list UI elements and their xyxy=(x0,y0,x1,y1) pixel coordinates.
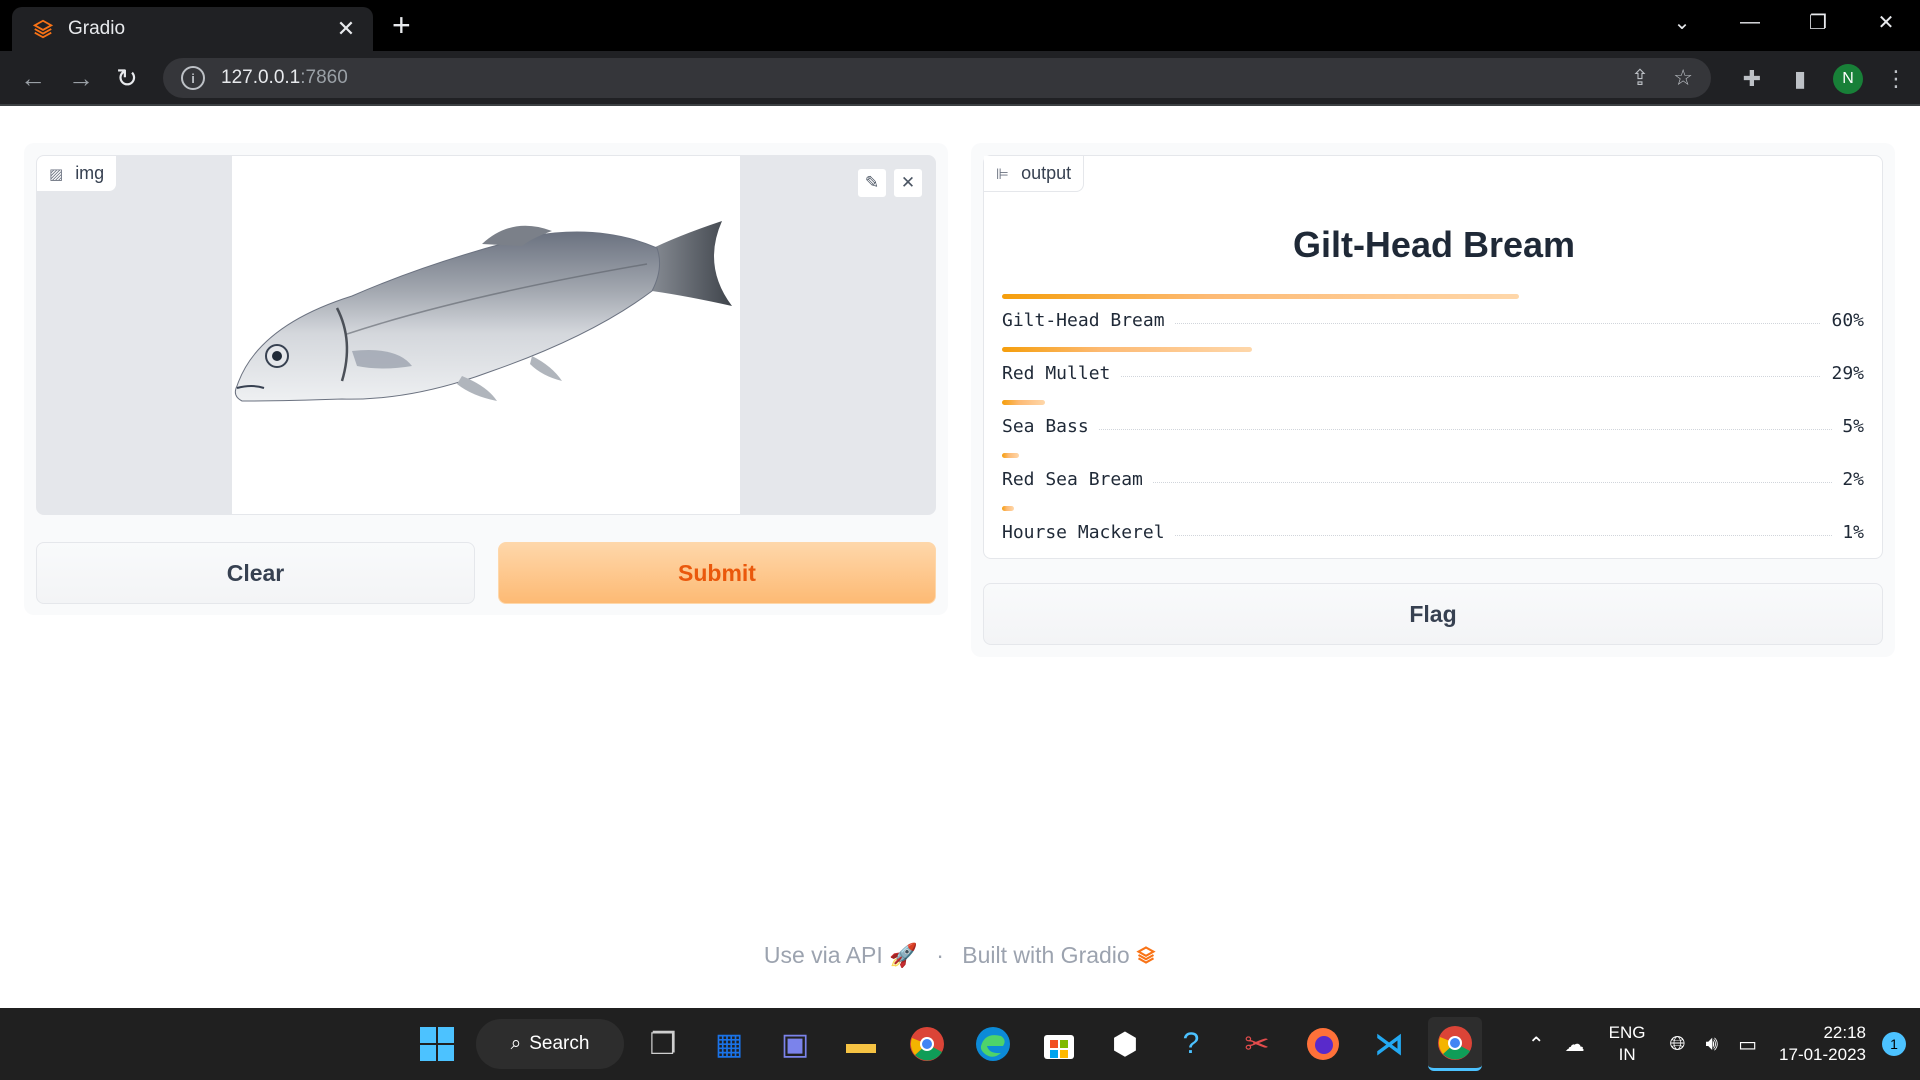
reload-icon[interactable]: ↻ xyxy=(116,63,138,93)
flag-button[interactable]: Flag xyxy=(983,583,1883,645)
confidence-label: Red Sea Bream xyxy=(1002,469,1153,490)
confidence-percent: 60% xyxy=(1821,310,1864,331)
output-label: ⊫ output xyxy=(984,156,1085,192)
footer-separator: · xyxy=(936,942,944,968)
confidence-bar xyxy=(1002,453,1019,458)
built-with-gradio-link[interactable]: Built with Gradio xyxy=(962,942,1156,968)
profile-avatar[interactable]: N xyxy=(1833,63,1863,94)
extension-area: ✚ ▮ N ⋮ xyxy=(1728,51,1920,106)
input-language[interactable]: ENG IN xyxy=(1609,1022,1646,1066)
task-view-icon[interactable]: ❐ xyxy=(636,1017,690,1071)
windows-start-icon[interactable] xyxy=(410,1017,464,1071)
confidence-label: Hourse Mackerel xyxy=(1002,522,1175,543)
snipping-tool-icon[interactable]: ✂ xyxy=(1230,1017,1284,1071)
onedrive-cloud-icon[interactable]: ☁ xyxy=(1565,1032,1585,1057)
browser-tab[interactable]: Gradio ✕ xyxy=(12,7,373,51)
clear-image-icon[interactable]: ✕ xyxy=(893,168,923,198)
extensions-puzzle-icon[interactable]: ✚ xyxy=(1728,66,1776,92)
confidence-row[interactable]: Sea Bass 5% xyxy=(1002,397,1864,450)
rocket-icon: 🚀 xyxy=(889,942,918,968)
tab-title: Gradio xyxy=(68,18,126,39)
browser-tab-bar: Gradio ✕ + ⌄ — ❐ ✕ xyxy=(0,0,1920,51)
label-chart-icon: ⊫ xyxy=(996,165,1010,183)
restore-icon[interactable]: ❐ xyxy=(1784,10,1852,35)
confidence-label: Red Mullet xyxy=(1002,363,1121,384)
confidence-bar xyxy=(1002,294,1519,299)
confidence-label: Gilt-Head Bream xyxy=(1002,310,1175,331)
confidence-row[interactable]: Gilt-Head Bream 60% xyxy=(1002,291,1864,344)
side-panel-icon[interactable]: ▮ xyxy=(1776,66,1824,92)
window-controls: ⌄ — ❐ ✕ xyxy=(1648,0,1920,44)
dotted-leader xyxy=(1002,376,1864,377)
submit-button[interactable]: Submit xyxy=(498,542,936,604)
taskbar-apps: ⌕ Search ❐ ▦ ▣ ▬ ⬢ ? ✂ ⋊ xyxy=(410,1008,1482,1080)
battery-icon[interactable]: ▭ xyxy=(1738,1032,1757,1057)
volume-icon[interactable]: 🔊︎ xyxy=(1706,1033,1719,1056)
browser-menu-icon[interactable]: ⋮ xyxy=(1872,66,1920,92)
site-info-icon[interactable]: i xyxy=(181,66,205,90)
minimize-icon[interactable]: — xyxy=(1716,11,1784,34)
url-bar[interactable]: i 127.0.0.1:7860 ⇪ ☆ xyxy=(163,58,1711,98)
clear-button[interactable]: Clear xyxy=(36,542,475,604)
confidence-row[interactable]: Hourse Mackerel 1% xyxy=(1002,503,1864,556)
teams-chat-icon[interactable]: ▣ xyxy=(768,1017,822,1071)
fish-image xyxy=(234,221,732,402)
app-icon[interactable]: ⬢ xyxy=(1098,1017,1152,1071)
confidence-label: Sea Bass xyxy=(1002,416,1099,437)
help-icon[interactable]: ? xyxy=(1164,1017,1218,1071)
confidence-percent: 1% xyxy=(1832,522,1864,543)
image-tools: ✎ ✕ xyxy=(857,168,923,198)
notification-badge[interactable]: 1 xyxy=(1882,1032,1906,1056)
confidence-percent: 29% xyxy=(1821,363,1864,384)
page-footer: Use via API 🚀 · Built with Gradio xyxy=(0,942,1920,969)
firefox-icon[interactable] xyxy=(1296,1017,1350,1071)
confidence-row[interactable]: Red Mullet 29% xyxy=(1002,344,1864,397)
use-via-api-link[interactable]: Use via API 🚀 xyxy=(764,942,918,968)
file-explorer-icon[interactable]: ▬ xyxy=(834,1017,888,1071)
windows-taskbar: ⌕ Search ❐ ▦ ▣ ▬ ⬢ ? ✂ ⋊ ⌃ ☁ ENG IN 🌐︎ 🔊… xyxy=(0,1008,1920,1080)
system-tray: ⌃ ☁ ENG IN 🌐︎ 🔊︎ ▭ 22:18 17-01-2023 1 xyxy=(1518,1008,1920,1080)
network-globe-icon[interactable]: 🌐︎ xyxy=(1670,1033,1686,1056)
confidence-bar xyxy=(1002,400,1045,405)
show-hidden-icons-icon[interactable]: ⌃ xyxy=(1528,1032,1545,1057)
confidence-percent: 5% xyxy=(1832,416,1864,437)
image-input-label: ▨ img xyxy=(37,156,118,192)
back-icon[interactable]: ← xyxy=(20,63,46,93)
predicted-label: Gilt-Head Bream xyxy=(1292,224,1576,265)
taskbar-search[interactable]: ⌕ Search xyxy=(476,1019,624,1069)
gradio-logo-icon xyxy=(32,19,54,39)
uploaded-image xyxy=(232,156,740,514)
bookmark-star-icon[interactable]: ☆ xyxy=(1673,65,1693,91)
chrome-active-icon[interactable] xyxy=(1428,1017,1482,1071)
close-window-icon[interactable]: ✕ xyxy=(1852,10,1920,35)
output-panel: ⊫ output Gilt-Head Bream Gilt-Head Bream… xyxy=(971,143,1895,657)
forward-icon[interactable]: → xyxy=(68,63,94,93)
label-output: ⊫ output Gilt-Head Bream Gilt-Head Bream… xyxy=(983,155,1883,559)
new-tab-button[interactable]: + xyxy=(392,9,411,41)
edit-pencil-icon[interactable]: ✎ xyxy=(857,168,887,198)
confidence-row[interactable]: Red Sea Bream 2% xyxy=(1002,450,1864,503)
tab-search-icon[interactable]: ⌄ xyxy=(1648,10,1716,35)
search-icon: ⌕ xyxy=(510,1033,522,1054)
chrome-icon[interactable] xyxy=(900,1017,954,1071)
edge-icon[interactable] xyxy=(966,1017,1020,1071)
confidence-percent: 2% xyxy=(1832,469,1864,490)
widgets-icon[interactable]: ▦ xyxy=(702,1017,756,1071)
image-icon: ▨ xyxy=(49,165,64,183)
confidence-bar xyxy=(1002,347,1252,352)
confidence-bar xyxy=(1002,506,1014,511)
dotted-leader xyxy=(1002,429,1864,430)
gradio-logo-icon xyxy=(1136,946,1156,964)
image-input[interactable]: ▨ img ✎ ✕ xyxy=(36,155,936,515)
address-toolbar: ← → ↻ i 127.0.0.1:7860 ⇪ ☆ ✚ ▮ N ⋮ xyxy=(0,51,1920,106)
vscode-icon[interactable]: ⋊ xyxy=(1362,1017,1416,1071)
clock[interactable]: 22:18 17-01-2023 xyxy=(1779,1022,1866,1066)
confidence-list: Gilt-Head Bream 60% Red Mullet 29% Sea B… xyxy=(1002,291,1864,556)
share-icon[interactable]: ⇪ xyxy=(1631,65,1649,91)
input-panel: ▨ img ✎ ✕ Clear Submit xyxy=(24,143,948,615)
url-text: 127.0.0.1:7860 xyxy=(221,67,348,88)
tab-close-icon[interactable]: ✕ xyxy=(333,16,359,42)
microsoft-store-icon[interactable] xyxy=(1032,1017,1086,1071)
